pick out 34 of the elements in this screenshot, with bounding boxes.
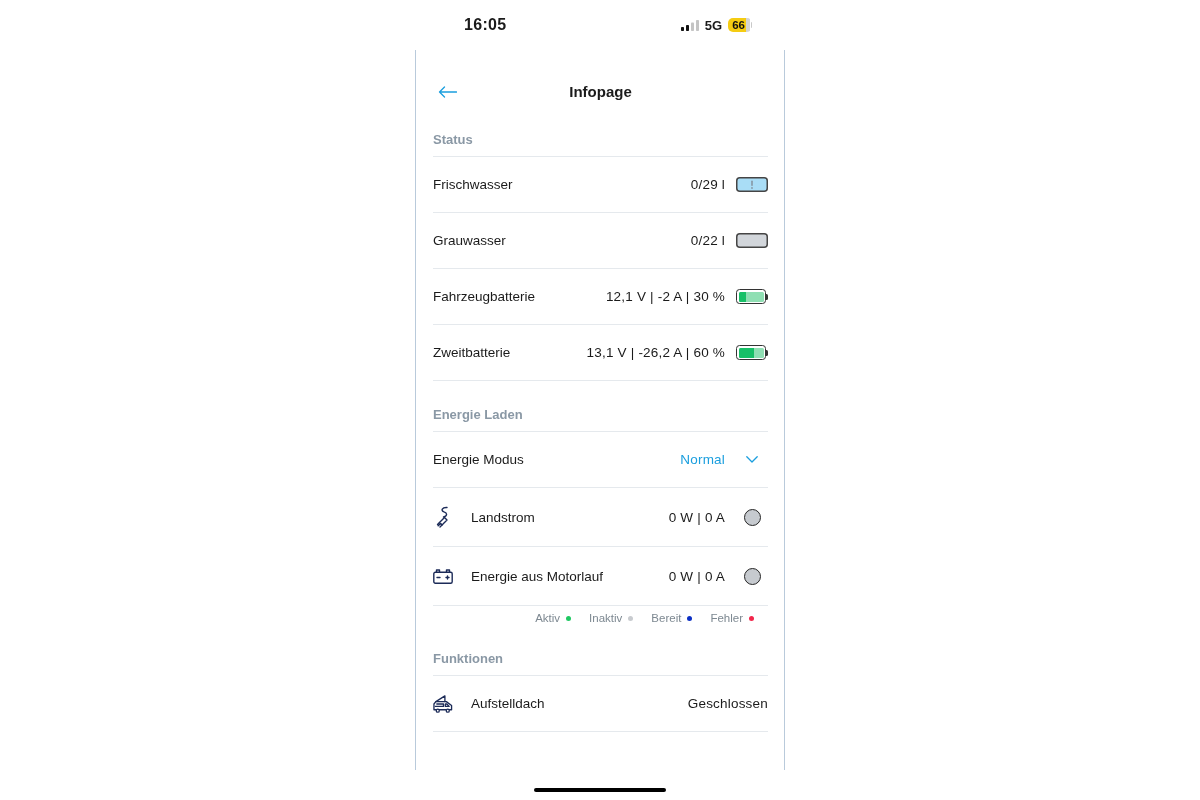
row-value: 0/22 l [690, 233, 725, 248]
row-label: Aufstelldach [471, 696, 546, 711]
row-value: 0 W | 0 A [668, 568, 725, 584]
row-label: Energie Modus [433, 452, 525, 467]
row-label: Zweitbatterie [433, 345, 512, 360]
row-label: Landstrom [471, 509, 536, 525]
car-battery-icon [433, 568, 453, 584]
row-value: Geschlossen [687, 696, 768, 711]
row-label: Energie aus Motorlauf [471, 568, 605, 584]
chevron-down-icon [746, 456, 758, 463]
back-button[interactable] [438, 86, 457, 98]
section-heading: Energie Laden [433, 381, 768, 432]
signal-icon [680, 19, 699, 31]
row-value: 0/29 l [690, 177, 725, 192]
legend-label: Inaktiv [589, 611, 623, 625]
page-title: Infopage [568, 82, 633, 102]
section-heading: Funktionen [433, 625, 768, 676]
legend-label: Bereit [651, 611, 682, 625]
row-label: Grauwasser [433, 233, 507, 248]
legend-label: Aktiv [535, 611, 561, 625]
battery-badge: 66 [728, 18, 752, 32]
plug-icon [435, 506, 451, 528]
row-label: Fahrzeugbatterie [433, 289, 537, 304]
legend-label: Fehler [710, 611, 743, 625]
van-icon [433, 693, 453, 714]
mode-dropdown[interactable]: Normal [680, 452, 768, 467]
section-heading: Status [433, 106, 768, 157]
row-value: 0 W | 0 A [668, 509, 725, 525]
row-value: 12,1 V | -2 A | 30 % [605, 289, 725, 304]
row-label: Frischwasser [433, 177, 514, 192]
row-value: 13,1 V | -26,2 A | 60 % [586, 345, 725, 360]
status-time: 16:05 [464, 16, 507, 34]
arrow-left-icon [438, 86, 457, 98]
network-label: 5G [704, 17, 723, 33]
